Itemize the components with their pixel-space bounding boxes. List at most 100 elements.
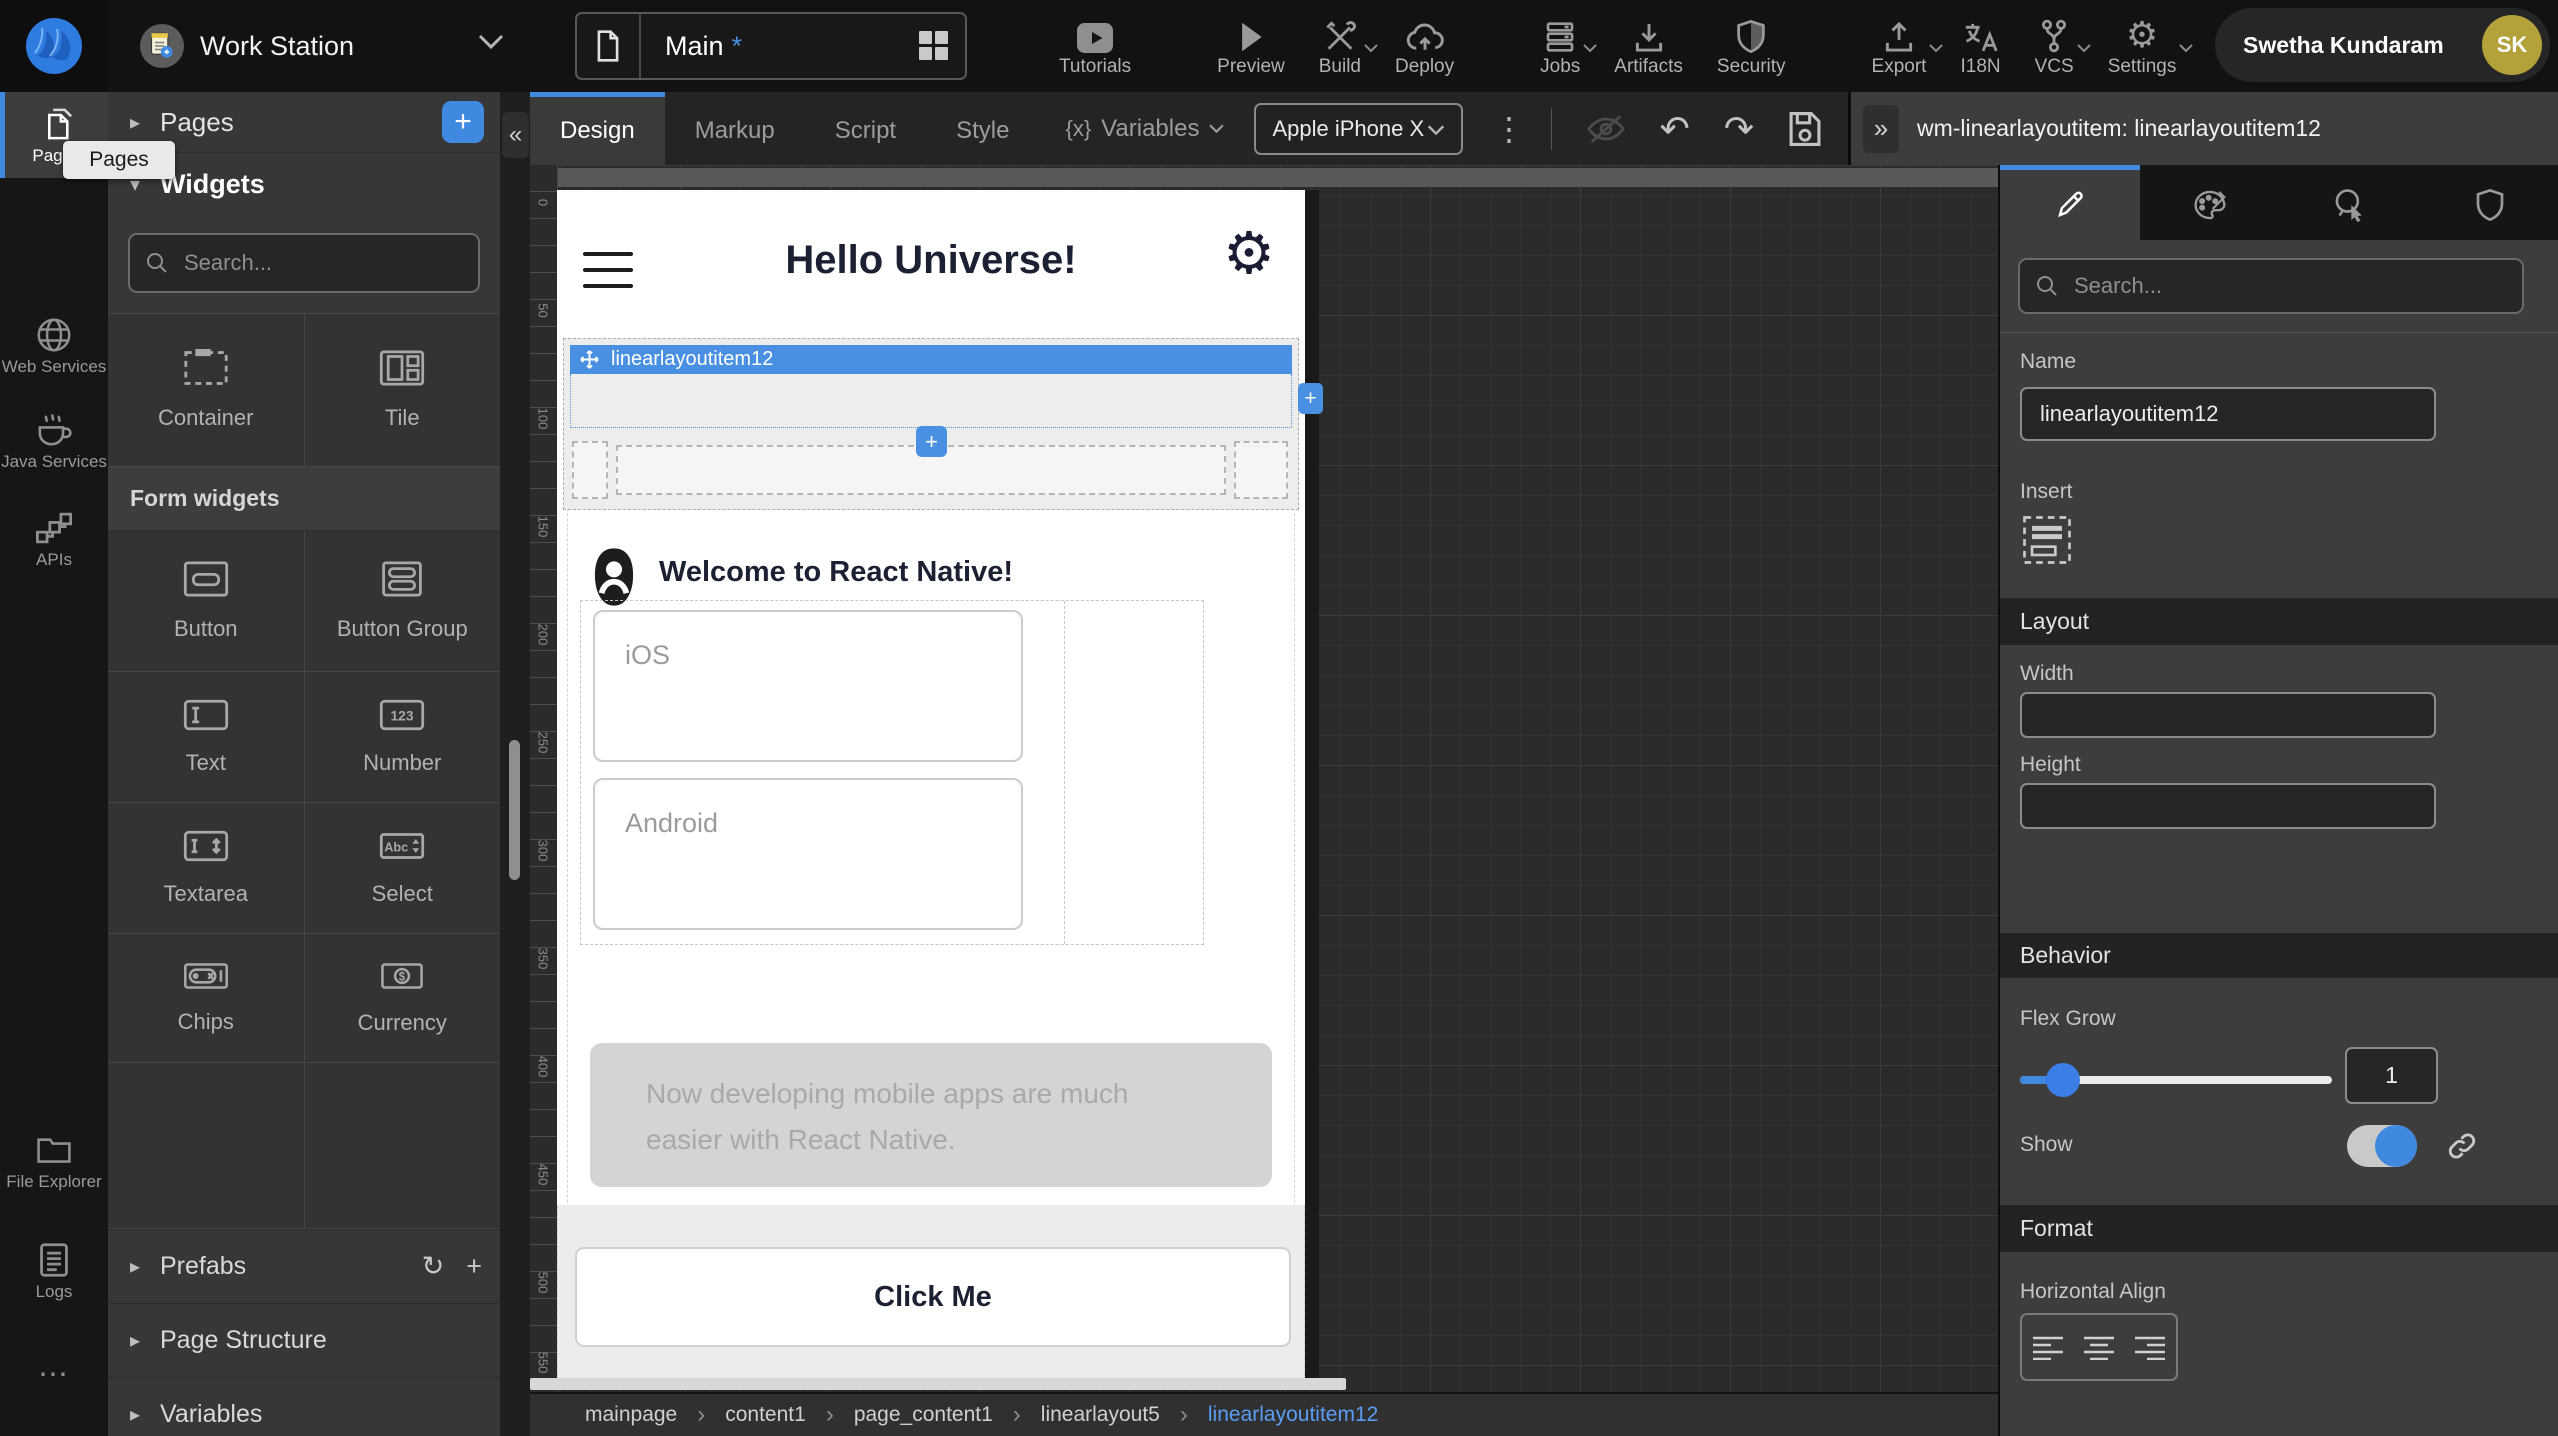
header-action-settings[interactable]: ⚙ Settings [2091, 0, 2194, 92]
widget-container[interactable]: Container [108, 314, 304, 466]
selected-widget-bar[interactable]: linearlayoutitem12 [570, 345, 1292, 374]
breadcrumb-content1[interactable]: content1 [725, 1403, 806, 1427]
phone-scrollbar-track[interactable] [1305, 190, 1319, 1388]
click-me-button[interactable]: Click Me [575, 1247, 1291, 1347]
widget-select[interactable]: Abc Select [304, 803, 501, 933]
tab-style[interactable]: Style [926, 92, 1039, 165]
breadcrumb-linearlayoutitem12[interactable]: linearlayoutitem12 [1208, 1403, 1378, 1427]
header-action-build[interactable]: Build [1302, 0, 1378, 92]
widget-search-input[interactable] [182, 249, 462, 277]
settings-chevron-icon [2179, 40, 2193, 58]
canvas-more-menu-icon[interactable]: ⋮ [1493, 110, 1525, 148]
header-action-security[interactable]: Security [1700, 0, 1803, 92]
widget-clipped[interactable] [108, 1063, 304, 1228]
header-action-vcs[interactable]: VCS [2018, 0, 2091, 92]
widget-currency[interactable]: $ Currency [304, 934, 501, 1062]
breadcrumb-linearlayout5[interactable]: linearlayout5 [1041, 1403, 1160, 1427]
header-action-deploy[interactable]: Deploy [1378, 0, 1471, 92]
panel-scrollbar[interactable] [509, 740, 520, 880]
flex-grow-value[interactable]: 1 [2345, 1047, 2438, 1104]
header-action-artifacts[interactable]: Artifacts [1597, 0, 1700, 92]
tab-security[interactable] [2420, 165, 2558, 240]
width-input[interactable] [2020, 692, 2436, 738]
slider-thumb-icon[interactable] [2046, 1063, 2080, 1097]
undo-button[interactable]: ↶ [1660, 111, 1690, 147]
tab-script[interactable]: Script [805, 92, 926, 165]
bind-property-link-icon[interactable] [2447, 1131, 2477, 1166]
widget-button[interactable]: Button [108, 531, 304, 671]
add-page-button[interactable]: + [442, 101, 484, 143]
device-selector[interactable]: Apple iPhone X [1254, 103, 1463, 155]
prefabs-caret-icon: ▸ [130, 1254, 150, 1279]
android-text-field[interactable]: Android [593, 778, 1023, 930]
redo-button[interactable]: ↷ [1724, 111, 1754, 147]
align-center-button[interactable] [2082, 1334, 2116, 1360]
tab-inspect[interactable] [2280, 165, 2420, 240]
rail-item-more[interactable]: ⋯ [0, 1357, 108, 1392]
insert-right-button[interactable]: + [1298, 383, 1323, 414]
project-name[interactable]: Work Station [200, 0, 354, 92]
insert-widget-icon[interactable] [2022, 515, 2072, 565]
header-action-i18n[interactable]: I18N [1943, 0, 2017, 92]
ios-text-field[interactable]: iOS [593, 610, 1023, 762]
collapse-panel-button[interactable]: « [502, 112, 529, 158]
prefabs-section[interactable]: ▸ Prefabs ↻ + [108, 1229, 500, 1303]
selected-widget-drop-zone[interactable] [570, 374, 1292, 428]
rail-item-apis[interactable]: APIs [0, 510, 108, 570]
design-canvas[interactable]: 0 50 100 150 200 250 300 350 400 450 500… [530, 165, 1998, 1392]
tab-markup[interactable]: Markup [665, 92, 805, 165]
rail-item-file-explorer[interactable]: File Explorer [0, 1132, 108, 1192]
header-action-preview[interactable]: Preview [1200, 0, 1302, 92]
prefabs-add-icon[interactable]: + [466, 1251, 482, 1282]
header-action-export[interactable]: Export [1855, 0, 1944, 92]
project-chevron-down-icon[interactable] [478, 34, 504, 55]
prefabs-refresh-icon[interactable]: ↻ [422, 1251, 445, 1282]
layout-item-left[interactable] [572, 441, 608, 499]
rail-item-web-services[interactable]: Web Services [0, 317, 108, 377]
height-input[interactable] [2020, 783, 2436, 829]
user-menu[interactable]: Swetha Kundaram SK [2215, 8, 2550, 82]
toggle-visibility-button[interactable] [1586, 113, 1626, 145]
breadcrumb-page-content1[interactable]: page_content1 [854, 1403, 993, 1427]
open-page-tab[interactable]: Main * [575, 12, 967, 80]
tab-properties[interactable] [2000, 165, 2140, 240]
variables-menu[interactable]: {x} Variables [1065, 92, 1224, 165]
widget-tile[interactable]: Tile [304, 314, 501, 466]
flex-grow-slider[interactable] [2020, 1063, 2332, 1097]
widget-textarea[interactable]: Textarea [108, 803, 304, 933]
phone-settings-gear-icon[interactable]: ⚙ [1223, 224, 1275, 284]
header-action-tutorials[interactable]: Tutorials [1042, 0, 1148, 92]
tab-design[interactable]: Design [530, 92, 665, 165]
align-left-button[interactable] [2031, 1334, 2065, 1360]
move-handle-icon[interactable] [580, 350, 599, 369]
canvas-horizontal-scrollbar[interactable] [530, 1378, 1346, 1390]
button-widget-icon [183, 560, 229, 598]
widget-clipped[interactable] [304, 1063, 501, 1228]
canvas-top-scrollbar[interactable] [530, 168, 1998, 187]
rail-item-logs[interactable]: Logs [0, 1242, 108, 1302]
widget-number[interactable]: 123 Number [304, 672, 501, 802]
tab-styles[interactable] [2140, 165, 2280, 240]
project-icon[interactable] [140, 24, 184, 68]
header-action-jobs[interactable]: Jobs [1523, 0, 1597, 92]
widget-button-group[interactable]: Button Group [304, 531, 501, 671]
breadcrumb-mainpage[interactable]: mainpage [585, 1403, 677, 1427]
align-right-button[interactable] [2133, 1334, 2167, 1360]
insert-below-button[interactable]: + [916, 426, 947, 457]
property-search-input[interactable] [2072, 272, 2506, 300]
save-button[interactable] [1788, 110, 1822, 148]
show-toggle[interactable] [2347, 1125, 2417, 1167]
layout-item-right[interactable] [1234, 441, 1288, 499]
widget-text[interactable]: Text [108, 672, 304, 802]
rail-item-java-services[interactable]: Java Services [0, 412, 108, 472]
name-input[interactable] [2020, 387, 2436, 441]
variables-section[interactable]: ▸ Variables [108, 1377, 500, 1436]
widget-search[interactable] [128, 233, 480, 293]
page-structure-section[interactable]: ▸ Page Structure [108, 1303, 500, 1377]
property-search[interactable] [2018, 258, 2524, 314]
app-logo[interactable] [0, 0, 108, 92]
breadcrumb-chevron-icon: › [1180, 1401, 1188, 1429]
layout-grid-icon[interactable] [919, 31, 949, 61]
expand-panel-button[interactable]: » [1863, 105, 1899, 153]
widget-chips[interactable]: Chips [108, 934, 304, 1062]
